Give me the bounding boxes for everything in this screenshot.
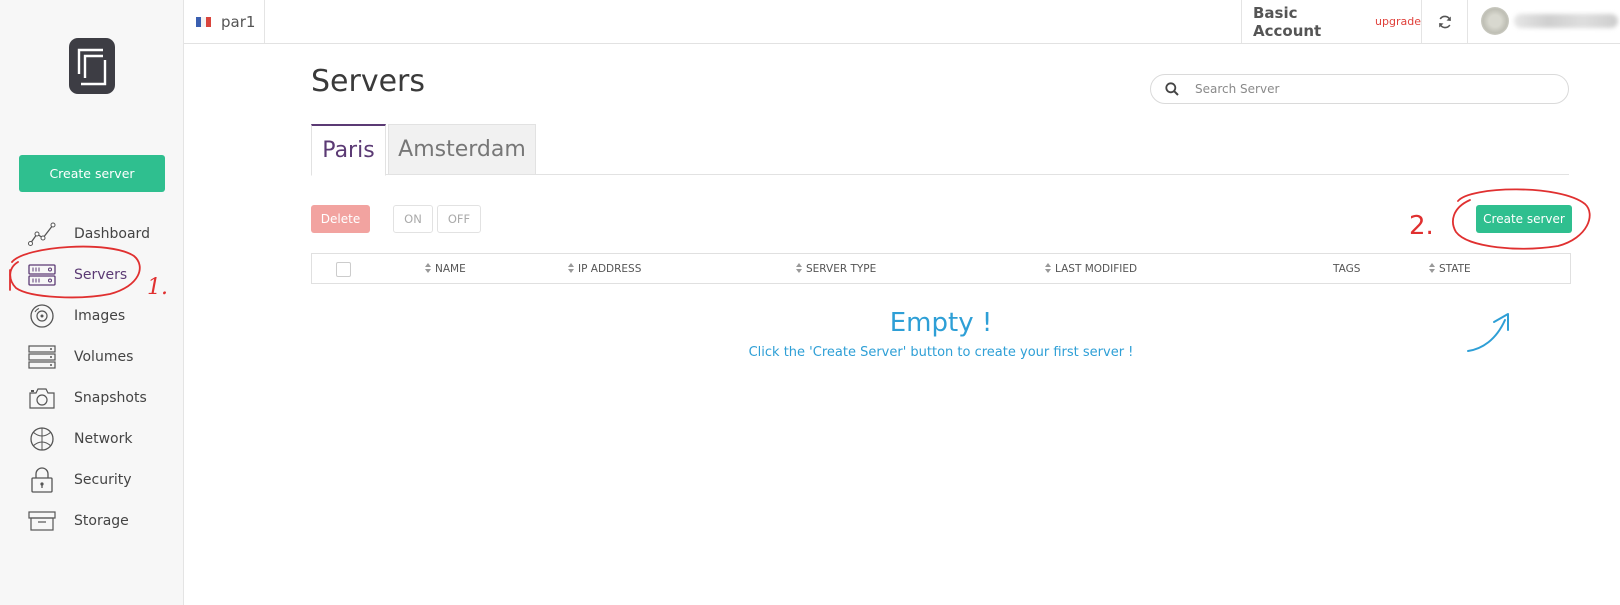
sidebar-item-label: Volumes — [74, 348, 134, 365]
sidebar-item-label: Network — [74, 430, 133, 447]
security-icon — [28, 466, 56, 493]
select-all-checkbox[interactable] — [336, 262, 351, 277]
search-box[interactable] — [1150, 74, 1569, 104]
sidebar-item-label: Snapshots — [74, 389, 147, 406]
tab-paris[interactable]: Paris — [311, 124, 386, 176]
sort-icon — [1429, 263, 1436, 274]
sidebar-item-label: Servers — [74, 266, 128, 283]
region-tabs: Paris Amsterdam — [311, 124, 1569, 176]
account-info: Basic Account upgrade — [1241, 0, 1421, 43]
annotation-step-2: 2. — [1409, 211, 1434, 241]
network-icon — [28, 426, 56, 452]
sidebar-item-label: Security — [74, 471, 132, 488]
sort-icon — [796, 263, 803, 274]
sort-icon — [425, 263, 432, 274]
sidebar-item-label: Images — [74, 307, 126, 324]
images-icon — [28, 303, 56, 329]
column-header-ip-address[interactable]: IP ADDRESS — [568, 254, 641, 283]
avatar[interactable] — [1481, 7, 1509, 35]
snapshots-icon — [28, 385, 56, 411]
page-title: Servers — [311, 64, 426, 99]
sidebar-item-snapshots[interactable]: Snapshots — [0, 377, 184, 418]
top-bar: par1 Basic Account upgrade — [184, 0, 1620, 44]
france-flag-icon — [196, 16, 211, 27]
volumes-icon — [28, 344, 56, 370]
servers-icon — [28, 262, 56, 288]
sidebar-item-storage[interactable]: Storage — [0, 500, 184, 541]
sidebar-item-servers[interactable]: Servers — [0, 254, 184, 295]
sidebar-item-security[interactable]: Security — [0, 459, 184, 500]
app-window: Create server Dashboard Servers Images V… — [0, 0, 1620, 605]
account-plan: Basic Account — [1253, 3, 1322, 40]
dashboard-icon — [28, 221, 56, 247]
region-label: par1 — [221, 12, 256, 31]
sidebar-nav: Dashboard Servers Images Volumes Snapsho… — [0, 213, 184, 541]
empty-state-message: Click the 'Create Server' button to crea… — [748, 345, 1134, 360]
sidebar-create-server-button[interactable]: Create server — [19, 155, 165, 192]
column-header-server-type[interactable]: SERVER TYPE — [796, 254, 876, 283]
sidebar-item-label: Dashboard — [74, 225, 150, 242]
search-icon — [1165, 82, 1179, 96]
region-selector[interactable]: par1 — [184, 0, 265, 43]
search-input[interactable] — [1195, 82, 1535, 96]
tab-amsterdam[interactable]: Amsterdam — [388, 124, 536, 175]
servers-table-header: NAME IP ADDRESS SERVER TYPE LAST MODIFIE… — [311, 253, 1571, 284]
power-off-button[interactable]: OFF — [437, 205, 481, 233]
refresh-icon — [1438, 15, 1451, 28]
sidebar-item-network[interactable]: Network — [0, 418, 184, 459]
sort-icon — [568, 263, 575, 274]
column-header-name[interactable]: NAME — [425, 254, 466, 283]
refresh-button[interactable] — [1421, 0, 1468, 43]
sort-icon — [1045, 263, 1052, 274]
column-header-state[interactable]: STATE — [1429, 254, 1471, 283]
column-header-tags: TAGS — [1333, 262, 1361, 275]
sidebar-item-dashboard[interactable]: Dashboard — [0, 213, 184, 254]
sidebar: Create server Dashboard Servers Images V… — [0, 0, 184, 605]
sidebar-item-label: Storage — [74, 512, 129, 529]
empty-state-title: Empty ! — [889, 308, 993, 338]
power-on-button[interactable]: ON — [393, 205, 433, 233]
user-name-blurred — [1514, 14, 1618, 28]
logo-icon — [77, 48, 107, 86]
delete-button[interactable]: Delete — [311, 205, 370, 233]
upgrade-link[interactable]: upgrade — [1375, 15, 1421, 28]
sidebar-item-volumes[interactable]: Volumes — [0, 336, 184, 377]
logo[interactable] — [69, 38, 115, 94]
create-server-button[interactable]: Create server — [1476, 205, 1572, 233]
storage-icon — [28, 508, 56, 534]
sidebar-item-images[interactable]: Images — [0, 295, 184, 336]
column-header-last-modified[interactable]: LAST MODIFIED — [1045, 254, 1137, 283]
